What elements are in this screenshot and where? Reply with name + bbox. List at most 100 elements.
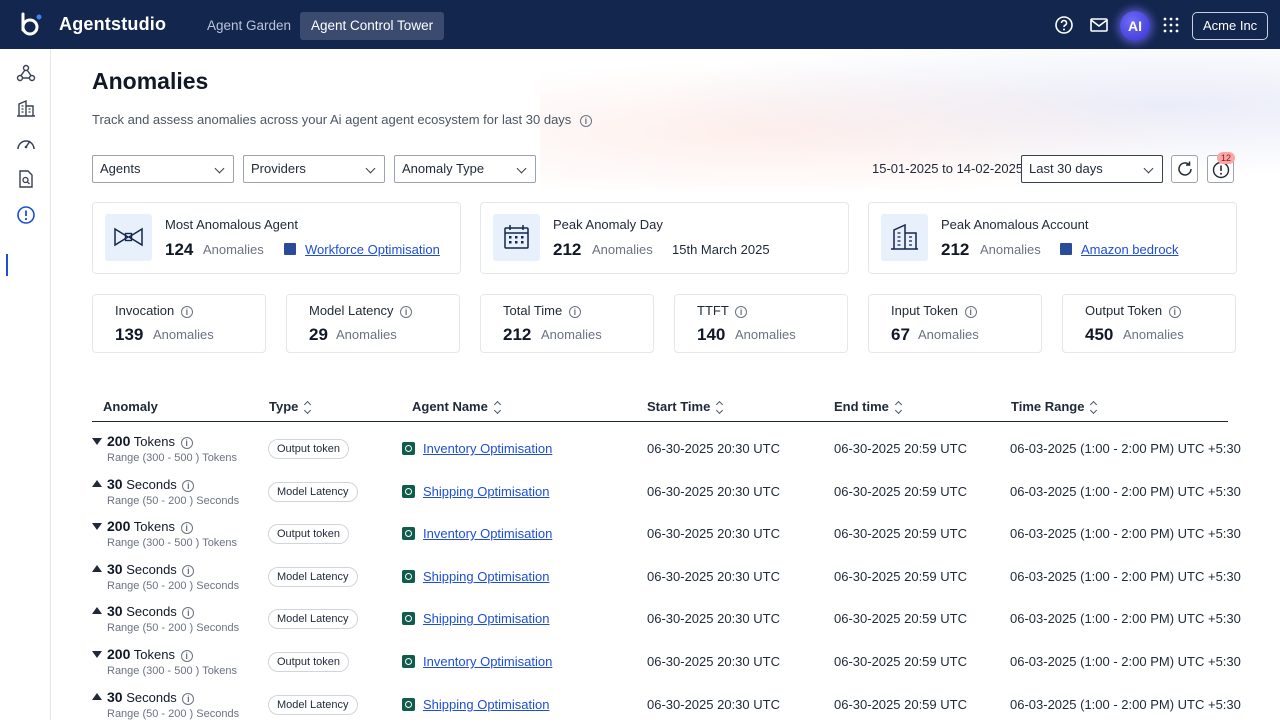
anomaly-unit: Tokens [133,519,175,534]
table-row[interactable]: 30 Seconds i Range (50 - 200 ) Seconds Mod… [0,556,1280,599]
document-search-icon[interactable] [16,169,36,189]
metric-unit: Anomalies [336,327,397,342]
info-icon[interactable]: i [180,521,193,534]
org-switcher-button[interactable]: Acme Inc [1192,12,1269,40]
info-icon[interactable]: i [568,305,581,318]
anomaly-alert-icon[interactable] [16,205,36,225]
metric-card-input-token[interactable]: Input Token i 67 Anomalies [868,294,1042,353]
nav-tab-agent-control-tower[interactable]: Agent Control Tower [300,12,445,40]
agent-name-link[interactable]: Inventory Optimisation [423,654,552,669]
agent-bowtie-icon [105,214,152,261]
anomaly-unit: Seconds [126,562,177,577]
trend-up-icon [92,480,102,487]
info-icon[interactable]: i [182,564,195,577]
column-header-type[interactable]: Type [269,399,312,414]
providers-dropdown[interactable]: Providers [243,155,385,183]
agent-name-link[interactable]: Shipping Optimisation [423,484,549,499]
metric-value: 139 [115,325,144,344]
anomaly-range: Range (300 - 500 ) Tokens [107,537,238,549]
table-row[interactable]: 30 Seconds i Range (50 - 200 ) Seconds Mod… [0,684,1280,727]
dashboard-gauge-icon[interactable] [16,134,36,154]
start-time: 06-30-2025 20:30 UTC [647,697,780,712]
help-icon[interactable] [1053,14,1075,36]
info-icon[interactable]: i [964,305,977,318]
chevron-down-icon [1143,163,1154,174]
brand-logo-icon[interactable] [18,12,44,38]
agent-name-link[interactable]: Inventory Optimisation [423,526,552,541]
period-dropdown[interactable]: Last 30 days [1021,155,1163,183]
metric-title: Total Time i [503,303,581,318]
nav-tab-agent-garden[interactable]: Agent Garden [196,12,302,40]
refresh-button[interactable] [1171,155,1198,183]
app-brand-name: Agentstudio [59,14,167,34]
agents-dropdown[interactable]: Agents [92,155,234,183]
agent-name-link[interactable]: Shipping Optimisation [423,697,549,712]
anomaly-type-chip: Output token [268,524,349,544]
ai-assistant-badge[interactable]: AI [1120,11,1150,41]
end-time: 06-30-2025 20:59 UTC [834,569,967,584]
agent-name-link[interactable]: Shipping Optimisation [423,611,549,626]
table-row[interactable]: 30 Seconds i Range (50 - 200 ) Seconds Mod… [0,471,1280,514]
anomaly-unit: Seconds [126,604,177,619]
info-icon[interactable]: i [182,692,195,705]
anomaly-number: 30 [107,561,123,577]
building-icon[interactable] [16,98,36,118]
agent-icon [402,527,415,540]
anomaly-type-dropdown-label: Anomaly Type [402,161,485,176]
sort-icon[interactable] [1090,402,1098,413]
chevron-down-icon [516,163,527,174]
info-icon[interactable]: i [735,305,748,318]
metric-title: Input Token i [891,303,977,318]
column-header-end-time[interactable]: End time [834,399,903,414]
sort-icon[interactable] [304,402,312,413]
provider-icon [284,243,296,255]
anomaly-number: 200 [107,518,131,534]
table-row[interactable]: 200 Tokens i Range (300 - 500 ) Tokens Out… [0,428,1280,471]
time-range: 06-03-2025 (1:00 - 2:00 PM) UTC +5:30 [1010,569,1241,584]
column-header-label: End time [834,399,889,414]
sort-icon[interactable] [895,402,903,413]
account-link[interactable]: Amazon bedrock [1081,242,1179,257]
info-icon[interactable]: i [1168,305,1181,318]
info-icon[interactable]: i [180,436,193,449]
table-row[interactable]: 30 Seconds i Range (50 - 200 ) Seconds Mod… [0,598,1280,641]
metric-card-invocation[interactable]: Invocation i 139 Anomalies [92,294,266,353]
start-time: 06-30-2025 20:30 UTC [647,484,780,499]
time-range: 06-03-2025 (1:00 - 2:00 PM) UTC +5:30 [1010,484,1241,499]
sort-icon[interactable] [494,402,502,413]
column-header-time-range[interactable]: Time Range [1011,399,1098,414]
anomaly-type-dropdown[interactable]: Anomaly Type [394,155,536,183]
info-icon[interactable]: i [579,114,592,127]
agent-link[interactable]: Workforce Optimisation [305,242,440,257]
column-header-agent-name[interactable]: Agent Name [412,399,502,414]
end-time: 06-30-2025 20:59 UTC [834,697,967,712]
anomaly-type-chip: Model Latency [268,695,358,715]
table-header-divider [92,421,1228,422]
apps-grid-icon[interactable] [1160,14,1182,36]
anomaly-type-chip: Output token [268,439,349,459]
agent-name-link[interactable]: Inventory Optimisation [423,441,552,456]
workflow-icon[interactable] [16,63,36,83]
metric-card-total-time[interactable]: Total Time i 212 Anomalies [480,294,654,353]
info-icon[interactable]: i [182,606,195,619]
metric-card-ttft[interactable]: TTFT i 140 Anomalies [674,294,848,353]
metric-card-model-latency[interactable]: Model Latency i 29 Anomalies [286,294,460,353]
mail-icon[interactable] [1088,14,1110,36]
sort-icon[interactable] [716,402,724,413]
end-time: 06-30-2025 20:59 UTC [834,484,967,499]
metric-card-output-token[interactable]: Output Token i 450 Anomalies [1062,294,1236,353]
anomaly-number: 200 [107,646,131,662]
refresh-icon [1178,161,1192,176]
anomaly-value: 30 Seconds i [107,603,195,619]
anomaly-value: 200 Tokens i [107,433,193,449]
info-icon[interactable]: i [180,649,193,662]
agent-name-link[interactable]: Shipping Optimisation [423,569,549,584]
info-icon[interactable]: i [182,479,195,492]
table-row[interactable]: 200 Tokens i Range (300 - 500 ) Tokens Out… [0,641,1280,684]
info-icon[interactable]: i [180,305,193,318]
anomaly-number: 30 [107,689,123,705]
anomaly-value: 30 Seconds i [107,476,195,492]
column-header-start-time[interactable]: Start Time [647,399,724,414]
table-row[interactable]: 200 Tokens i Range (300 - 500 ) Tokens Out… [0,513,1280,556]
info-icon[interactable]: i [400,305,413,318]
